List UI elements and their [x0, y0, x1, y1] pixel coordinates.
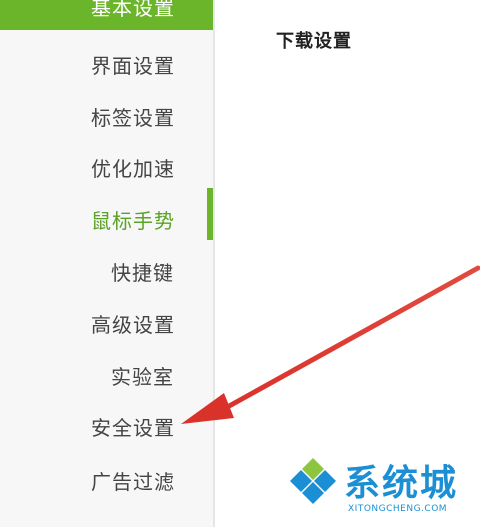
watermark-brand: 系统城	[344, 463, 459, 504]
watermark: 系统城 XITONGCHENG.COM	[286, 452, 476, 524]
settings-page: 基本设置 界面设置 标签设置 优化加速 鼠标手势 快捷键 高级设置 实验室 安全…	[0, 0, 480, 527]
red-arrow-annotation	[181, 265, 480, 424]
watermark-logo-icon	[290, 458, 336, 504]
watermark-url: XITONGCHENG.COM	[348, 504, 448, 514]
